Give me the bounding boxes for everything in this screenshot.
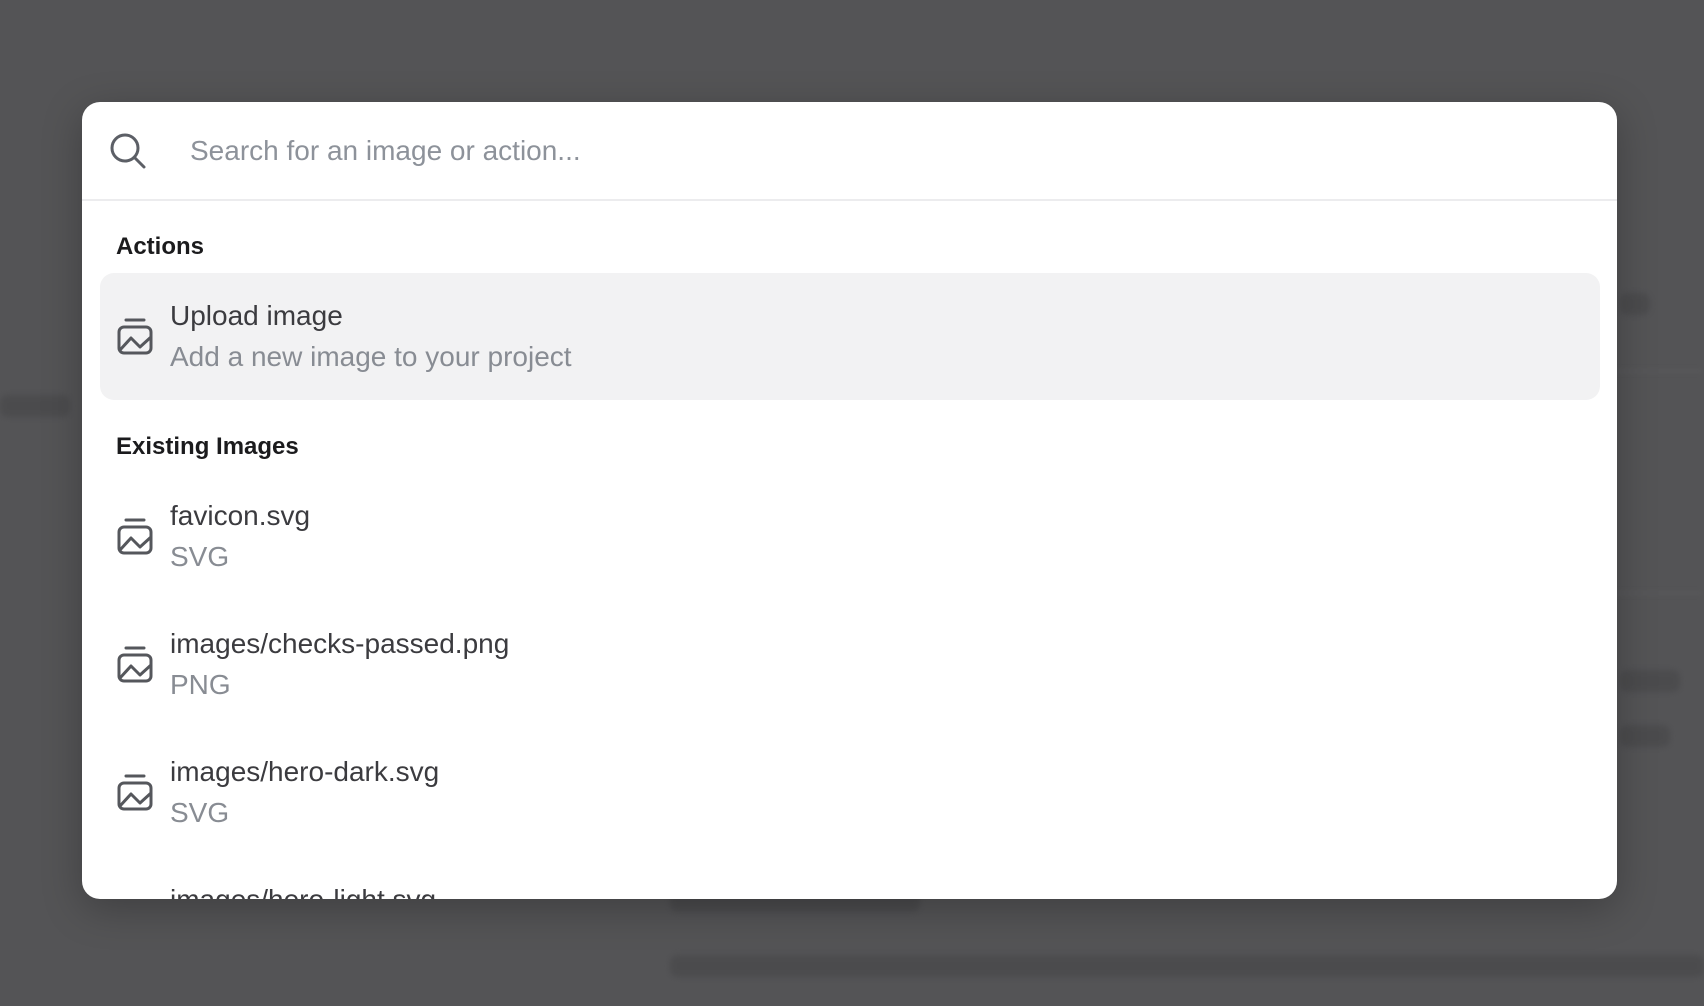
section-label-existing-images: Existing Images [116, 433, 299, 460]
image-icon [117, 318, 153, 355]
background-text [1620, 293, 1650, 315]
search-bar [82, 102, 1617, 201]
list-item[interactable]: images/hero-light.svg [100, 857, 1600, 899]
item-subtitle: SVG [170, 797, 230, 828]
search-icon [110, 133, 146, 169]
item-subtitle: Add a new image to your project [170, 341, 572, 372]
list-item[interactable]: images/checks-passed.png PNG [100, 601, 1600, 728]
background-text [0, 395, 70, 417]
item-title: Upload image [170, 300, 343, 331]
image-icon [117, 774, 153, 811]
command-palette: Actions Upload image Add a new image to … [82, 102, 1617, 899]
item-title: images/hero-light.svg [170, 884, 436, 899]
results-list: Actions Upload image Add a new image to … [82, 201, 1617, 899]
list-item[interactable]: images/hero-dark.svg SVG [100, 729, 1600, 856]
background-text [670, 955, 1704, 977]
list-item-upload-image[interactable]: Upload image Add a new image to your pro… [100, 273, 1600, 400]
section-label-actions: Actions [116, 233, 205, 260]
image-icon [117, 646, 153, 683]
item-subtitle: PNG [170, 669, 231, 700]
background-text [1620, 725, 1670, 747]
list-item[interactable]: favicon.svg SVG [100, 473, 1600, 600]
image-icon [117, 518, 153, 555]
item-title: favicon.svg [170, 500, 311, 531]
search-input[interactable] [188, 126, 1572, 176]
item-title: images/checks-passed.png [170, 628, 510, 659]
item-subtitle: SVG [170, 541, 230, 572]
background-text [1620, 670, 1680, 692]
item-title: images/hero-dark.svg [170, 756, 440, 787]
